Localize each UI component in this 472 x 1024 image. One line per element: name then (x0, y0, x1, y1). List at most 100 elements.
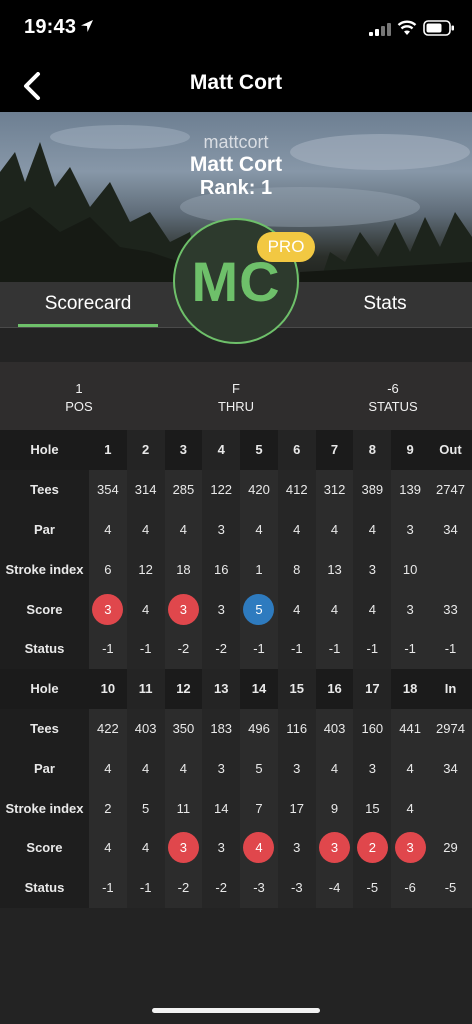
status-cell: -1 (277, 628, 316, 669)
score-cell: 3 (202, 589, 241, 629)
stroke-index-cell: 16 (202, 549, 241, 590)
table-row-back-stroke-index: Stroke index 2 5 11 14 7 17 9 15 4 (0, 788, 472, 828)
stroke-index-total-cell (429, 788, 472, 828)
tees-cell: 160 (353, 708, 392, 749)
status-cell: -2 (164, 628, 203, 669)
tees-cell: 403 (315, 708, 354, 749)
hole-cell: 2 (126, 430, 165, 470)
stroke-index-cell: 14 (202, 788, 241, 828)
summary-position-value: 1 (75, 381, 83, 396)
birdie-score-marker: 3 (167, 593, 199, 625)
tab-scorecard[interactable]: Scorecard (18, 282, 158, 328)
tees-cell: 441 (391, 708, 429, 749)
score-cell: 3 (164, 827, 203, 868)
table-row-front-status: Status -1 -1 -2 -2 -1 -1 -1 -1 -1 -1 (0, 628, 472, 669)
stroke-index-cell: 1 (240, 549, 278, 590)
hole-cell: 5 (240, 430, 278, 470)
score-cell: 3 (277, 827, 316, 868)
birdie-score-marker: 3 (167, 832, 199, 864)
tees-cell: 422 (88, 708, 127, 749)
hole-cell: 6 (277, 430, 316, 470)
hole-cell: 4 (202, 430, 241, 470)
summary-status-value: -6 (387, 381, 399, 396)
hole-cell: 17 (353, 668, 392, 709)
hole-cell: 3 (164, 430, 203, 470)
summary-thru-label: THRU (217, 399, 255, 414)
hole-total-cell: In (429, 668, 472, 709)
navigation-bar: Matt Cort (0, 58, 472, 112)
score-cell: 5 (240, 589, 278, 629)
score-cell: 3 (202, 827, 241, 868)
row-label: Status (0, 628, 89, 669)
status-total-cell: -1 (429, 628, 472, 669)
row-label: Tees (0, 708, 89, 749)
tab-stats[interactable]: Stats (320, 282, 450, 328)
scorecard-table: Hole 1 2 3 4 5 6 7 8 9 Out Tees 354 314 285 122 420 412 31… (0, 430, 472, 908)
hole-cell: 12 (164, 668, 203, 709)
tees-cell: 403 (126, 708, 165, 749)
summary-thru: F THRU (161, 380, 311, 416)
score-value: 3 (406, 601, 414, 617)
par-cell: 4 (240, 509, 278, 550)
status-time: 19:43 (24, 16, 77, 38)
score-cell: 4 (353, 589, 392, 629)
stroke-index-cell: 11 (164, 788, 203, 828)
stroke-index-cell: 8 (277, 549, 316, 590)
summary-status-label: STATUS (368, 399, 418, 414)
birdie-score-marker: 3 (319, 832, 351, 864)
row-label: Tees (0, 469, 89, 510)
profile-rank: Rank: 1 (199, 177, 273, 199)
round-summary: 1 POS F THRU -6 STATUS (0, 362, 472, 430)
score-cell: 4 (240, 827, 278, 868)
hole-cell: 7 (315, 430, 354, 470)
birdie-score-marker: 3 (394, 832, 426, 864)
tees-cell: 122 (202, 469, 241, 510)
status-cell: -5 (353, 867, 392, 908)
par-cell: 5 (240, 748, 278, 789)
hole-cell: 15 (277, 668, 316, 709)
stroke-index-cell: 4 (391, 788, 429, 828)
summary-thru-value: F (232, 381, 240, 396)
profile-name: Matt Cort (189, 153, 283, 176)
page-title: Matt Cort (189, 71, 283, 94)
score-cell: 4 (277, 589, 316, 629)
par-total-cell: 34 (429, 748, 472, 789)
tees-cell: 116 (277, 708, 316, 749)
row-label: Stroke index (0, 549, 89, 590)
tees-cell: 420 (240, 469, 278, 510)
stroke-index-cell: 5 (126, 788, 165, 828)
par-cell: 3 (353, 748, 392, 789)
tees-cell: 314 (126, 469, 165, 510)
hole-cell: 10 (88, 668, 127, 709)
par-total-cell: 34 (429, 509, 472, 550)
birdie-score-marker: 4 (243, 832, 275, 864)
hole-cell: 8 (353, 430, 392, 470)
status-total-cell: -5 (429, 867, 472, 908)
row-label: Hole (0, 430, 89, 470)
score-cell: 3 (315, 827, 354, 868)
tees-cell: 285 (164, 469, 203, 510)
score-cell: 4 (126, 827, 165, 868)
score-cell: 4 (315, 589, 354, 629)
par-cell: 3 (202, 748, 241, 789)
par-cell: 3 (391, 509, 429, 550)
par-cell: 4 (277, 509, 316, 550)
status-cell: -1 (88, 628, 127, 669)
table-row-back-hole: Hole 10 11 12 13 14 15 16 17 18 In (0, 668, 472, 709)
stroke-index-total-cell (429, 549, 472, 590)
status-cell: -1 (315, 628, 354, 669)
stroke-index-cell: 10 (391, 549, 429, 590)
tees-cell: 389 (353, 469, 392, 510)
status-cell: -1 (88, 867, 127, 908)
score-cell: 3 (391, 589, 429, 629)
status-cell: -6 (391, 867, 429, 908)
hole-cell: 9 (391, 430, 429, 470)
par-cell: 4 (126, 509, 165, 550)
tees-cell: 412 (277, 469, 316, 510)
table-row-back-tees: Tees 422 403 350 183 496 116 403 160 441 2974 (0, 708, 472, 749)
stroke-index-cell: 15 (353, 788, 392, 828)
stroke-index-cell: 3 (353, 549, 392, 590)
par-cell: 3 (277, 748, 316, 789)
par-cell: 4 (353, 509, 392, 550)
tees-total-cell: 2974 (429, 708, 472, 749)
